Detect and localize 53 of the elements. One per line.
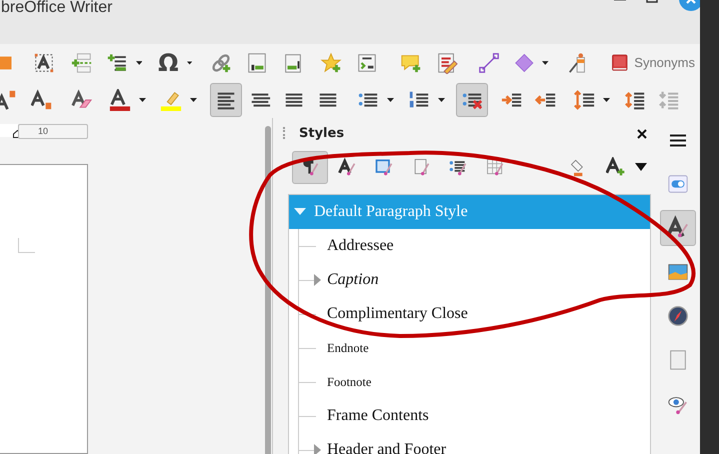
table-brush-icon [485,157,505,177]
window-title: breOffice Writer [1,0,112,16]
caret-icon [603,98,610,102]
caret-icon [542,60,549,64]
caret-icon [186,60,192,64]
toolbar-button[interactable]: Ω [153,46,197,80]
caret-icon [136,60,142,64]
footnote-icon [246,52,268,74]
eraser-letter-icon [71,88,93,110]
style-item[interactable]: Frame Contents [289,399,650,433]
line-icon [478,52,500,74]
style-item[interactable]: Footnote [289,365,650,399]
superscript-icon [0,88,17,110]
caret-icon [438,98,445,102]
chain-link-icon [210,52,232,74]
toolbar-button[interactable] [456,82,488,116]
pencil-page-icon [436,52,458,74]
frame-brush-icon [374,157,394,177]
letter-brush-icon [337,157,357,177]
font-color-icon [109,88,131,110]
letter-plus-icon [606,157,626,177]
panel-title: Styles [299,126,344,140]
ruler-number: 10 [36,125,49,138]
text-boundary-mark [18,238,35,253]
menu-icon [670,134,686,147]
expander-icon[interactable] [314,444,321,454]
caret-icon [139,98,146,102]
style-item[interactable]: Addressee [289,229,650,263]
toolbar-button[interactable] [210,82,242,116]
sidebar-tab[interactable] [660,210,696,246]
scrollbar[interactable] [265,126,271,454]
cross-reference-icon [356,52,378,74]
synonyms-button[interactable]: Synonyms [606,46,700,80]
list-plus-icon [107,52,128,74]
style-item[interactable]: Header and Footer [289,433,650,454]
expander-icon[interactable] [294,208,306,216]
close-icon [637,128,647,138]
caret-icon [387,98,394,102]
diamond-icon [514,52,534,74]
compass-icon [666,304,688,328]
style-item[interactable]: Endnote [289,331,650,365]
line-spacing-icon [573,88,595,110]
subscript-icon [31,88,53,110]
book-icon [610,52,628,74]
letter-frame-icon [33,52,55,74]
expander-icon[interactable] [314,274,321,286]
row-insert-icon [71,52,93,74]
style-item[interactable]: Complimentary Close [289,297,650,331]
caret-icon[interactable] [635,163,647,171]
caret-icon [190,98,197,102]
drag-handle[interactable] [283,127,287,139]
style-item[interactable]: Caption [289,263,650,297]
star-icon [320,52,342,74]
